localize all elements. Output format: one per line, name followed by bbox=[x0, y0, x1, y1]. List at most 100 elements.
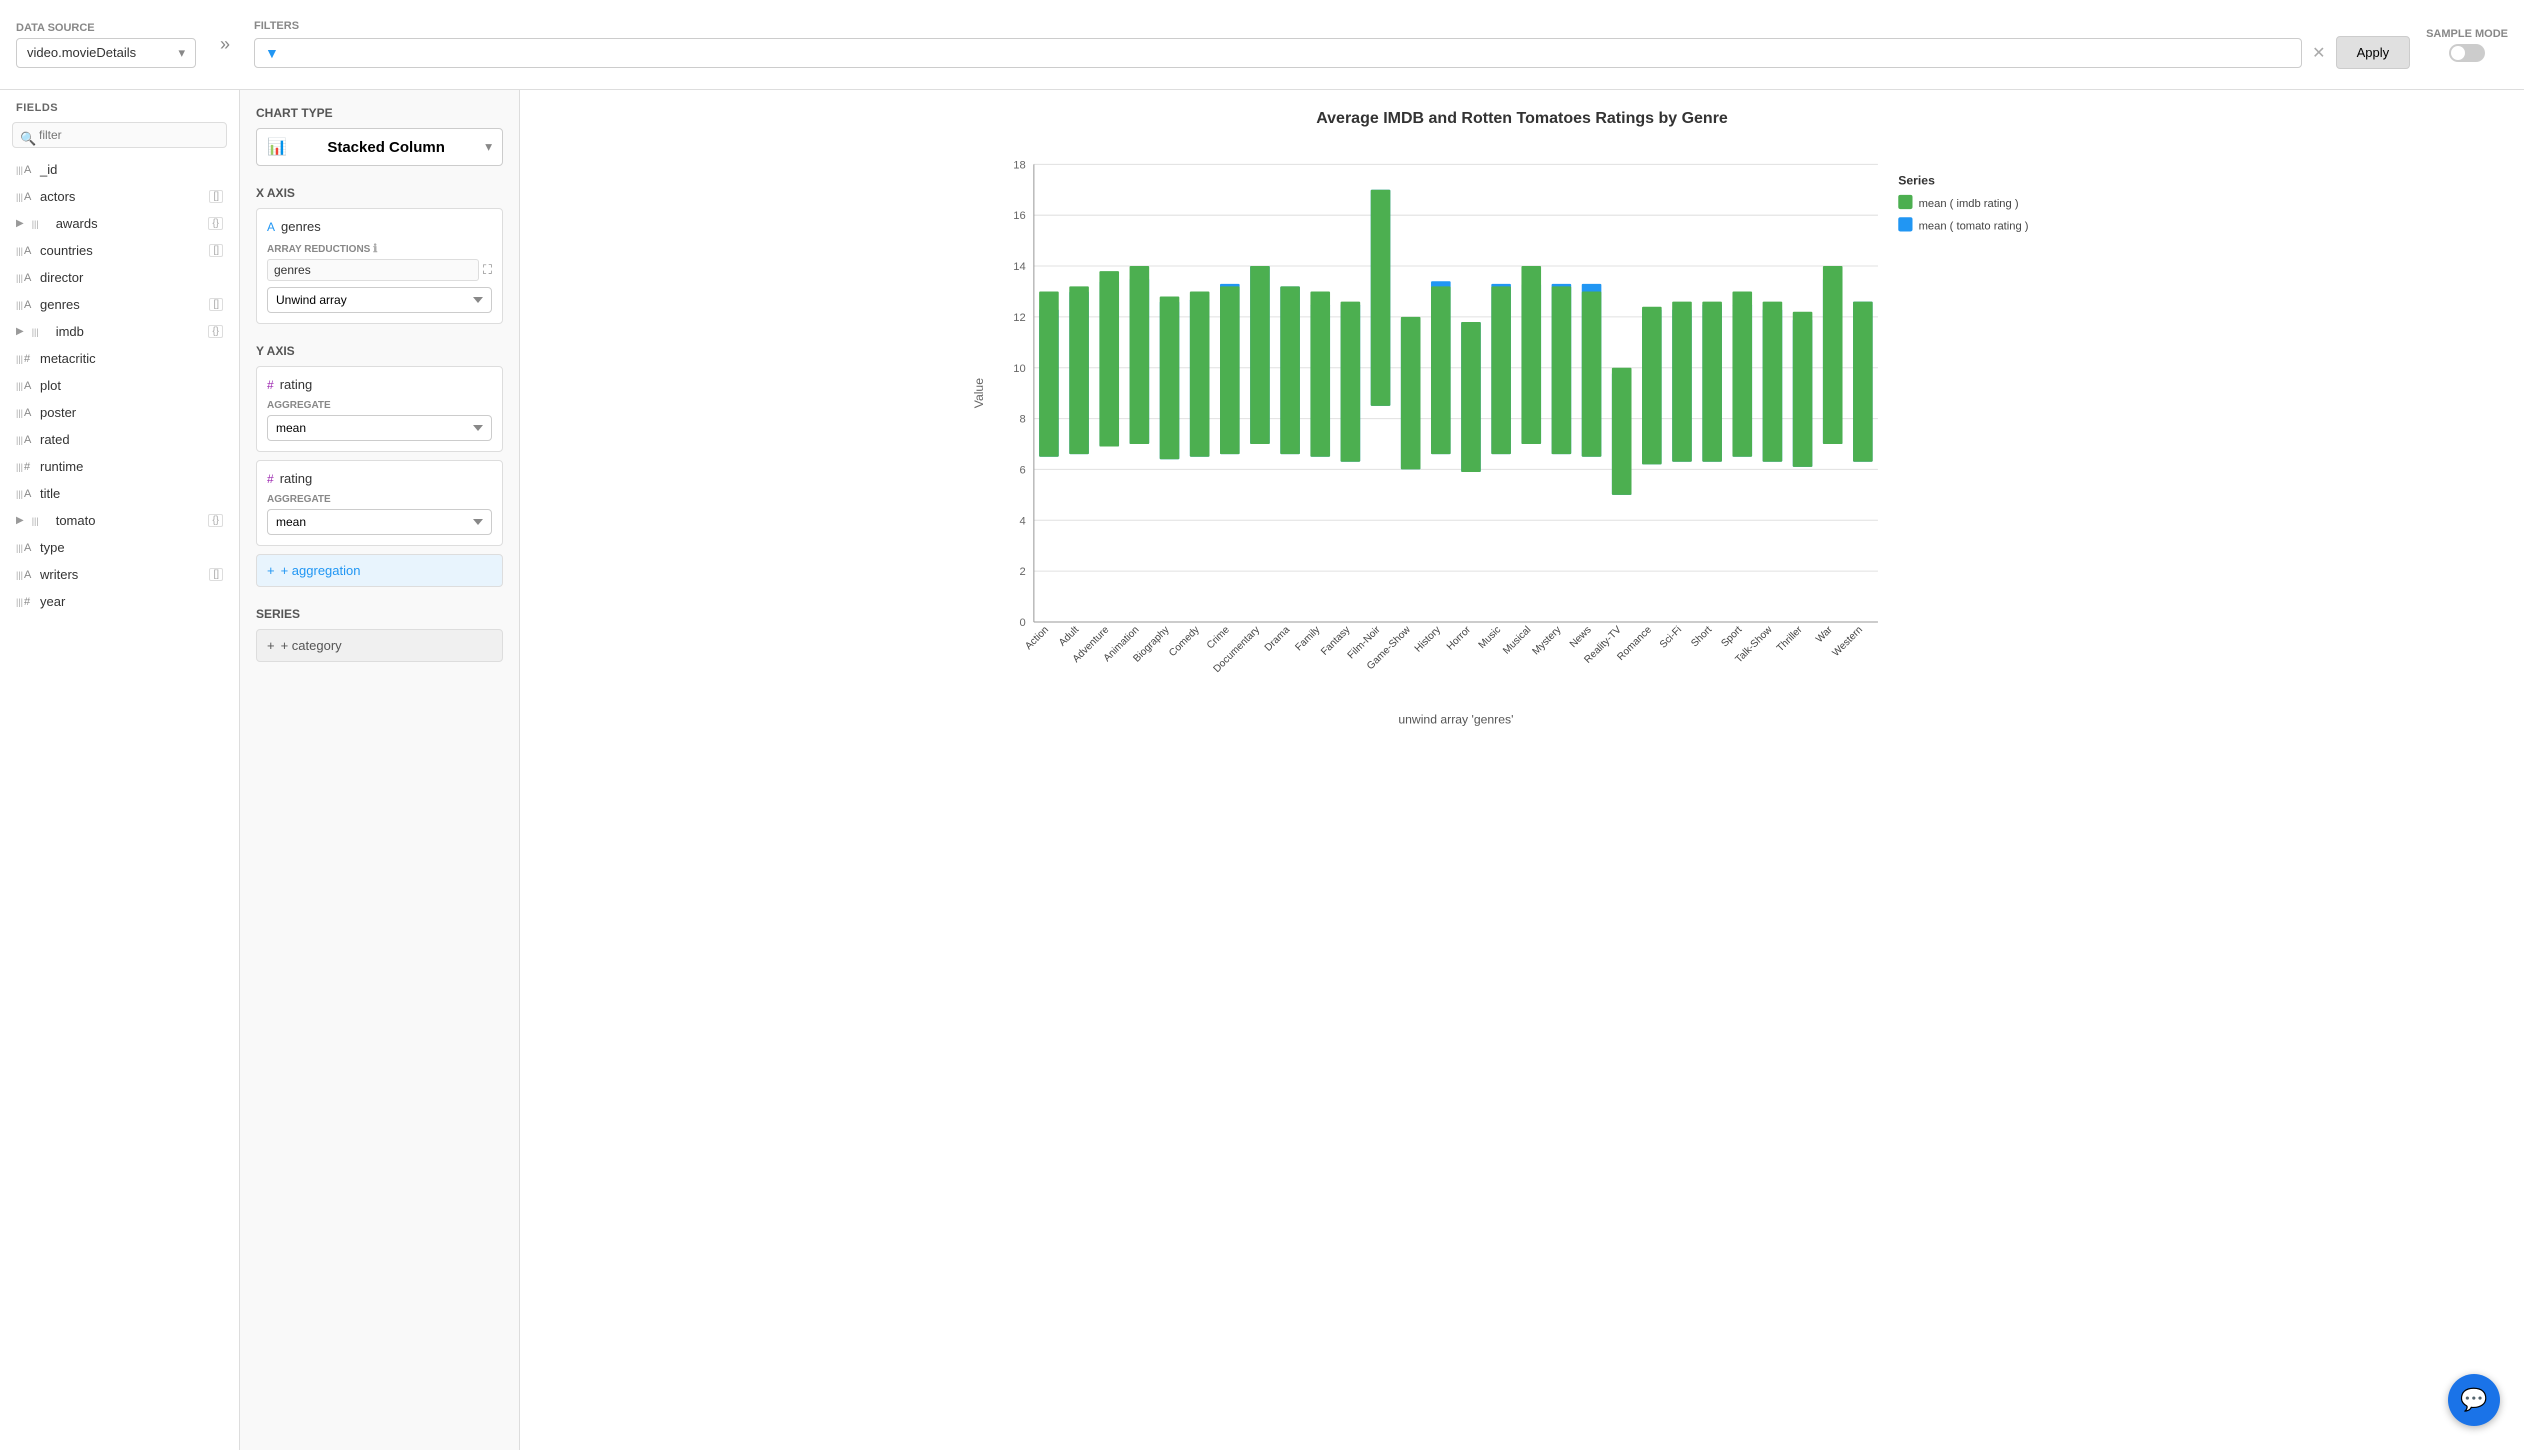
array-name-tag: genres bbox=[267, 259, 479, 281]
field-item-title[interactable]: ||| Atitle bbox=[0, 480, 239, 507]
field-name: runtime bbox=[40, 459, 223, 474]
field-item-awards[interactable]: ▶|||awards{} bbox=[0, 210, 239, 237]
sample-mode-toggle[interactable] bbox=[2449, 44, 2485, 62]
expand-icon: ⛶ bbox=[483, 262, 492, 278]
svg-text:Musical: Musical bbox=[1501, 624, 1533, 656]
field-item-plot[interactable]: ||| Aplot bbox=[0, 372, 239, 399]
chart-type-title: Chart Type bbox=[256, 106, 503, 120]
filters-section: Filters ▼ ✕ Apply bbox=[254, 20, 2410, 69]
field-name: plot bbox=[40, 378, 223, 393]
data-source-value: video.movieDetails bbox=[27, 45, 136, 60]
plus-icon: + bbox=[267, 563, 275, 578]
array-reduction-select[interactable]: Unwind array Count Sum bbox=[267, 287, 492, 313]
chart-type-button[interactable]: 📊 Stacked Column ▾ bbox=[256, 128, 503, 166]
data-source-select[interactable]: video.movieDetails ▾ bbox=[16, 38, 196, 68]
y-axis-agg-select-1[interactable]: mean sum min max count bbox=[267, 415, 492, 441]
field-item-metacritic[interactable]: ||| #metacritic bbox=[0, 345, 239, 372]
field-item-writers[interactable]: ||| A writers [] bbox=[0, 561, 239, 588]
field-badge: [] bbox=[209, 298, 223, 311]
field-item-actors[interactable]: ||| A actors [] bbox=[0, 183, 239, 210]
chart-svg: 024681012141618ValueActionAdultAdventure… bbox=[540, 144, 2504, 744]
field-badge: [] bbox=[209, 568, 223, 581]
text-type-icon: ||| A bbox=[16, 272, 32, 284]
svg-text:16: 16 bbox=[1013, 210, 1025, 222]
y-axis-section: Y Axis # rating AGGREGATE mean sum min m… bbox=[256, 344, 503, 587]
field-item-year[interactable]: ||| #year bbox=[0, 588, 239, 615]
field-name: _id bbox=[40, 162, 223, 177]
text-type-icon: ||| A bbox=[16, 569, 32, 581]
object-type-icon: ||| bbox=[32, 219, 48, 229]
text-type-icon: ||| A bbox=[16, 191, 32, 203]
y-axis-card-1: # rating AGGREGATE mean sum min max coun… bbox=[256, 366, 503, 452]
add-category-button[interactable]: + + category bbox=[256, 629, 503, 662]
field-badge: {} bbox=[208, 217, 223, 230]
svg-text:mean ( imdb rating ): mean ( imdb rating ) bbox=[1919, 198, 2019, 210]
y-axis-field-name-1: rating bbox=[280, 377, 313, 392]
chevron-down-icon: ▾ bbox=[485, 139, 492, 155]
field-item-poster[interactable]: ||| Aposter bbox=[0, 399, 239, 426]
text-type-icon: ||| A bbox=[16, 488, 32, 500]
y-axis-card-2: # rating AGGREGATE mean sum min max coun… bbox=[256, 460, 503, 546]
svg-text:2: 2 bbox=[1020, 566, 1026, 578]
fields-header: FIELDS bbox=[0, 90, 239, 122]
svg-text:Mystery: Mystery bbox=[1531, 624, 1565, 658]
chat-button[interactable]: 💬 bbox=[2448, 1374, 2500, 1426]
add-aggregation-button[interactable]: + + aggregation bbox=[256, 554, 503, 587]
field-item-_id[interactable]: ||| A_id bbox=[0, 156, 239, 183]
field-item-runtime[interactable]: ||| #runtime bbox=[0, 453, 239, 480]
field-name: writers bbox=[40, 567, 201, 582]
field-name: rated bbox=[40, 432, 223, 447]
svg-text:4: 4 bbox=[1020, 515, 1026, 527]
x-axis-section: X Axis A genres ARRAY REDUCTIONS ℹ genre… bbox=[256, 186, 503, 324]
expand-icon: ▶ bbox=[16, 515, 24, 526]
number-type-icon: ||| # bbox=[16, 353, 32, 365]
field-badge: {} bbox=[208, 325, 223, 338]
y-axis-title: Y Axis bbox=[256, 344, 503, 358]
svg-text:Western: Western bbox=[1831, 624, 1865, 658]
text-type-icon: ||| A bbox=[16, 245, 32, 257]
series-title: Series bbox=[256, 607, 503, 621]
field-item-type[interactable]: ||| Atype bbox=[0, 534, 239, 561]
svg-text:Short: Short bbox=[1689, 624, 1714, 649]
filter-clear-icon[interactable]: ✕ bbox=[2312, 43, 2325, 63]
sidebar: FIELDS 🔍 ||| A_id||| Aactors[]▶|||awards… bbox=[0, 90, 240, 1450]
config-panel: Chart Type 📊 Stacked Column ▾ X Axis A g… bbox=[240, 90, 520, 1450]
x-axis-field-name: genres bbox=[281, 219, 321, 234]
array-reduction-row: genres ⛶ bbox=[267, 259, 492, 281]
search-icon: 🔍 bbox=[20, 131, 36, 147]
field-filter-input[interactable] bbox=[12, 122, 227, 148]
apply-button[interactable]: Apply bbox=[2336, 36, 2411, 69]
sample-mode-section: Sample Mode bbox=[2426, 28, 2508, 62]
series-section: Series + + category bbox=[256, 607, 503, 662]
field-name: countries bbox=[40, 243, 201, 258]
arrow-separator: » bbox=[212, 34, 238, 55]
add-category-label: + category bbox=[281, 638, 342, 653]
field-item-rated[interactable]: ||| A rated bbox=[0, 426, 239, 453]
svg-text:unwind array 'genres': unwind array 'genres' bbox=[1398, 713, 1513, 727]
svg-text:10: 10 bbox=[1013, 363, 1025, 375]
object-type-icon: ||| bbox=[32, 327, 48, 337]
chart-type-icon: 📊 bbox=[267, 137, 287, 157]
svg-text:Sci-Fi: Sci-Fi bbox=[1658, 624, 1684, 650]
field-item-tomato[interactable]: ▶|||tomato{} bbox=[0, 507, 239, 534]
text-type-icon: ||| A bbox=[16, 434, 32, 446]
field-item-director[interactable]: ||| Adirector bbox=[0, 264, 239, 291]
y-axis-field-row-1: # rating bbox=[267, 377, 492, 392]
svg-text:18: 18 bbox=[1013, 159, 1025, 171]
expand-icon: ▶ bbox=[16, 326, 24, 337]
text-type-icon: ||| A bbox=[16, 299, 32, 311]
field-name: actors bbox=[40, 189, 201, 204]
field-badge: [] bbox=[209, 190, 223, 203]
field-item-genres[interactable]: ||| Agenres[] bbox=[0, 291, 239, 318]
x-axis-field-type-icon: A bbox=[267, 220, 275, 234]
array-reductions-label: ARRAY REDUCTIONS ℹ bbox=[267, 242, 492, 255]
field-item-countries[interactable]: ||| Acountries[] bbox=[0, 237, 239, 264]
chevron-down-icon: ▾ bbox=[178, 45, 185, 61]
svg-text:6: 6 bbox=[1020, 464, 1026, 476]
y-axis-field-type-icon-1: # bbox=[267, 378, 274, 392]
field-name: tomato bbox=[56, 513, 201, 528]
filter-bar[interactable]: ▼ bbox=[254, 38, 2302, 68]
x-axis-title: X Axis bbox=[256, 186, 503, 200]
y-axis-agg-select-2[interactable]: mean sum min max count bbox=[267, 509, 492, 535]
field-item-imdb[interactable]: ▶|||imdb{} bbox=[0, 318, 239, 345]
